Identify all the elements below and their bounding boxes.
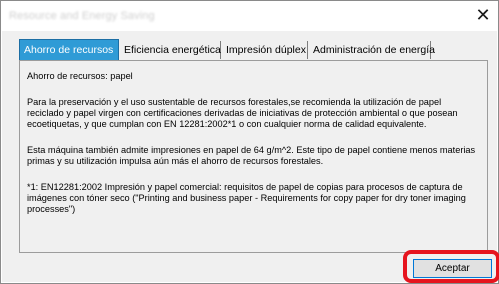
tab-eficiencia-energetica[interactable]: Eficiencia energética [119,41,221,59]
tab-panel: Ahorro de recursos: papel Para la preser… [19,60,488,253]
tab-impresion-duplex[interactable]: Impresión dúplex [221,41,308,59]
dialog-window: Resource and Energy Saving ✕ Ahorro de r… [0,0,499,284]
tab-administracion-de-energia[interactable]: Administración de energía [308,41,435,59]
accept-button[interactable]: Aceptar [413,259,492,278]
footnote-text: *1: EN12281:2002 Impresión y papel comer… [27,182,466,214]
close-icon[interactable]: ✕ [471,4,495,26]
paragraph-recycled-paper: Para la preservación y el uso sustentabl… [27,97,458,129]
tab-ahorro-de-recursos[interactable]: Ahorro de recursos [19,39,119,60]
panel-content: Ahorro de recursos: papel Para la preser… [27,71,479,215]
dialog-client-area: Ahorro de recursos Eficiencia energética… [2,31,499,283]
section-heading: Ahorro de recursos: papel [27,71,133,81]
window-title: Resource and Energy Saving [9,10,155,22]
title-bar[interactable]: Resource and Energy Saving ✕ [1,1,498,31]
paragraph-light-paper: Esta máquina también admite impresiones … [27,145,476,166]
